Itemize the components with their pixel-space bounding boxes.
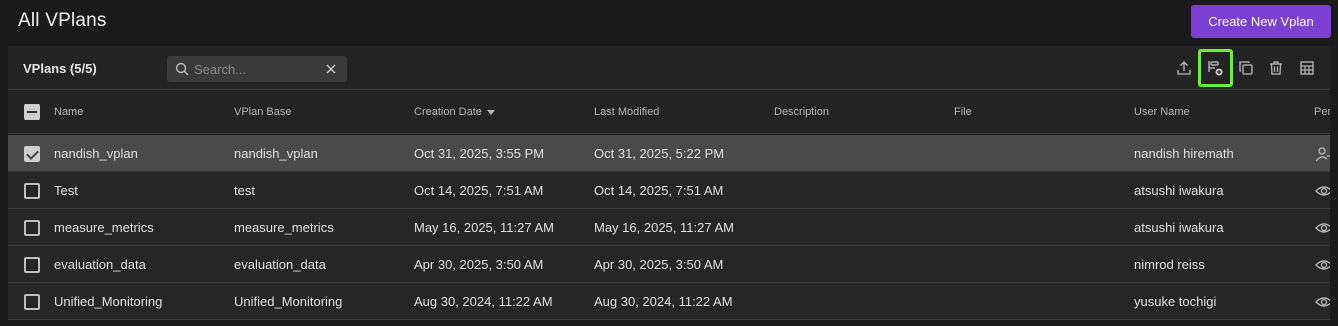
column-header-file[interactable]: File	[954, 106, 972, 118]
row-checkbox[interactable]	[24, 220, 40, 236]
select-all-checkbox[interactable]	[24, 104, 40, 120]
cell-user: atsushi iwakura	[1134, 183, 1224, 198]
cell-base: measure_metrics	[234, 220, 334, 235]
cell-base: test	[234, 183, 255, 198]
cell-created: Oct 31, 2025, 3:55 PM	[414, 146, 545, 161]
cell-name[interactable]: Unified_Monitoring	[54, 294, 162, 309]
table-header: Name VPlan Base Creation Date Last Modif…	[8, 91, 1330, 134]
cell-base: Unified_Monitoring	[234, 294, 343, 309]
row-checkbox[interactable]	[24, 257, 40, 273]
cell-created: May 16, 2025, 11:27 AM	[414, 220, 554, 235]
cell-modified: Oct 14, 2025, 7:51 AM	[594, 183, 724, 198]
create-new-vplan-button[interactable]: Create New Vplan	[1191, 5, 1331, 38]
delete-icon[interactable]	[1265, 57, 1287, 79]
cell-user: yusuke tochigi	[1134, 294, 1217, 309]
vplans-panel: VPlans (5/5) Search... Name VPlan Base C…	[8, 46, 1330, 320]
row-checkbox[interactable]	[24, 294, 40, 310]
column-header-name[interactable]: Name	[54, 106, 83, 118]
row-checkbox[interactable]	[24, 146, 40, 162]
cell-user: atsushi iwakura	[1134, 220, 1224, 235]
cell-name[interactable]: evaluation_data	[54, 257, 146, 272]
highlight-box	[1198, 49, 1233, 87]
column-header-permissions[interactable]: Per	[1314, 106, 1330, 118]
cell-name[interactable]: Test	[54, 183, 78, 198]
vplans-count-label: VPlans (5/5)	[23, 61, 97, 76]
user-edit-icon[interactable]	[1315, 146, 1330, 162]
cell-user: nandish hiremath	[1134, 146, 1234, 161]
eye-icon[interactable]	[1315, 183, 1330, 199]
column-header-creation-date[interactable]: Creation Date	[414, 106, 495, 118]
cell-created: Oct 14, 2025, 7:51 AM	[414, 183, 544, 198]
cell-modified: Apr 30, 2025, 3:50 AM	[594, 257, 724, 272]
cell-created: Aug 30, 2024, 11:22 AM	[414, 294, 553, 309]
column-header-vplan-base[interactable]: VPlan Base	[234, 106, 291, 118]
eye-icon[interactable]	[1315, 257, 1330, 273]
column-header-last-modified[interactable]: Last Modified	[594, 106, 659, 118]
table-row[interactable]: measure_metrics measure_metrics May 16, 20…	[8, 209, 1330, 246]
eye-icon[interactable]	[1315, 294, 1330, 310]
sort-desc-icon	[486, 109, 495, 115]
table-row[interactable]: Test test Oct 14, 2025, 7:51 AM Oct 14, 202…	[8, 172, 1330, 209]
top-bar: All VPlans Create New Vplan	[0, 0, 1338, 46]
cell-name[interactable]: measure_metrics	[54, 220, 154, 235]
cell-base: nandish_vplan	[234, 146, 318, 161]
cell-base: evaluation_data	[234, 257, 326, 272]
page-title: All VPlans	[18, 10, 107, 31]
table-row[interactable]: Unified_Monitoring Unified_Monitoring Aug …	[8, 283, 1330, 320]
column-header-user-name[interactable]: User Name	[1134, 106, 1190, 118]
cell-created: Apr 30, 2025, 3:50 AM	[414, 257, 544, 272]
column-header-creation-date-label: Creation Date	[414, 106, 482, 118]
cell-modified: Aug 30, 2024, 11:22 AM	[594, 294, 733, 309]
search-input[interactable]	[194, 59, 319, 79]
cell-modified: Oct 31, 2025, 5:22 PM	[594, 146, 725, 161]
clear-search-icon[interactable]	[324, 62, 338, 76]
table-columns-icon[interactable]	[1296, 57, 1318, 79]
row-checkbox[interactable]	[24, 183, 40, 199]
upload-icon[interactable]	[1173, 57, 1195, 79]
table-row[interactable]: evaluation_data evaluation_data Apr 30, 20…	[8, 246, 1330, 283]
table-toolbar: VPlans (5/5)	[8, 46, 1330, 90]
cell-modified: May 16, 2025, 11:27 AM	[594, 220, 734, 235]
eye-icon[interactable]	[1315, 220, 1330, 236]
search-box	[167, 56, 347, 82]
table-row[interactable]: nandish_vplan nandish_vplan Oct 31, 2025, …	[8, 135, 1330, 172]
cell-user: nimrod reiss	[1134, 257, 1205, 272]
search-icon	[175, 62, 189, 76]
copy-icon[interactable]	[1235, 57, 1257, 79]
column-header-description[interactable]: Description	[774, 106, 829, 118]
cell-name[interactable]: nandish_vplan	[54, 146, 138, 161]
